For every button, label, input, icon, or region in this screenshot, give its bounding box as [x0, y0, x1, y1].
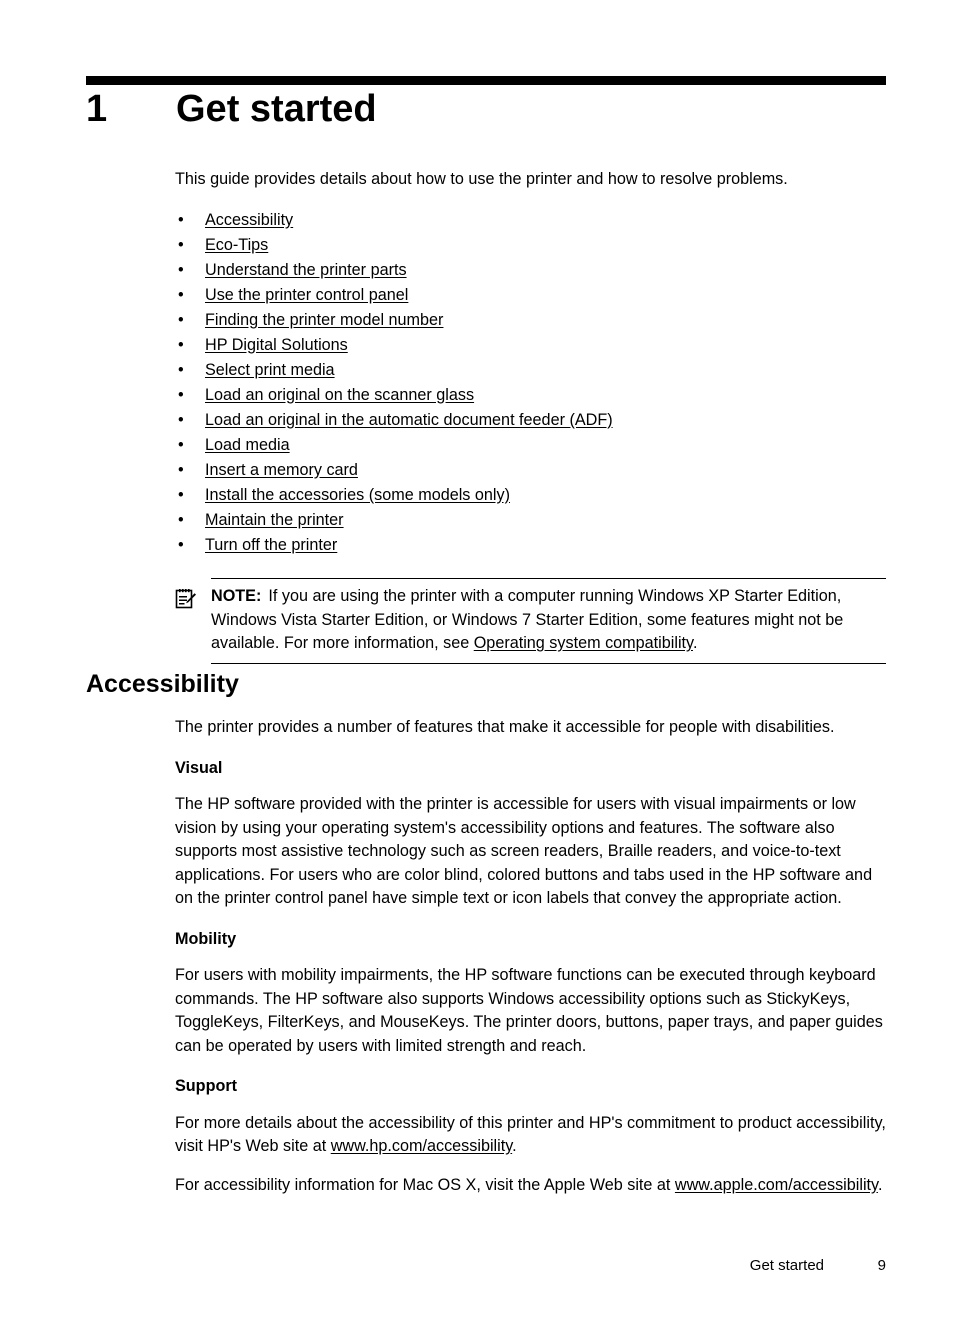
chapter-toc-list: • Accessibility • Eco-Tips • Understand …	[175, 208, 886, 558]
note-text: NOTE: If you are using the printer with a…	[211, 585, 886, 656]
list-item[interactable]: • Finding the printer model number	[175, 308, 886, 333]
subsection-heading-visual: Visual	[175, 758, 223, 777]
bullet-icon: •	[178, 335, 184, 354]
toc-link[interactable]: Finding the printer model number	[205, 311, 443, 329]
accessibility-section: The printer provides a number of feature…	[175, 716, 886, 1197]
chapter-name: Get started	[176, 88, 377, 130]
chapter-title: 1 Get started	[86, 90, 886, 128]
support-hp-before: For more details about the accessibility…	[175, 1113, 886, 1156]
list-item[interactable]: • Load an original on the scanner glass	[175, 383, 886, 408]
subsection-heading-mobility: Mobility	[175, 929, 237, 948]
list-item[interactable]: • Eco-Tips	[175, 233, 886, 258]
page-title: Accessibility	[86, 670, 239, 698]
bullet-icon: •	[178, 410, 184, 429]
support-paragraph-hp: For more details about the accessibility…	[175, 1112, 886, 1159]
bullet-icon: •	[178, 235, 184, 254]
bullet-icon: •	[178, 260, 184, 279]
bullet-icon: •	[178, 360, 184, 379]
toc-link[interactable]: Use the printer control panel	[205, 286, 408, 304]
list-item[interactable]: • Install the accessories (some models o…	[175, 483, 886, 508]
bullet-icon: •	[178, 485, 184, 504]
list-item[interactable]: • Load an original in the automatic docu…	[175, 408, 886, 433]
note-link[interactable]: Operating system compatibility	[474, 634, 693, 652]
support-apple-before: For accessibility information for Mac OS…	[175, 1175, 675, 1194]
toc-link[interactable]: Insert a memory card	[205, 461, 358, 479]
subsection-heading-support: Support	[175, 1077, 238, 1095]
bullet-icon: •	[178, 385, 184, 404]
toc-link[interactable]: Select print media	[205, 361, 335, 379]
chapter-rule	[86, 76, 886, 85]
bullet-icon: •	[178, 460, 184, 479]
toc-link[interactable]: Load an original in the automatic docume…	[205, 411, 613, 429]
list-item[interactable]: • Understand the printer parts	[175, 258, 886, 283]
chapter-number: 1	[86, 88, 108, 130]
list-item[interactable]: • Select print media	[175, 358, 886, 383]
bullet-icon: •	[178, 535, 184, 554]
bullet-icon: •	[178, 285, 184, 304]
list-item[interactable]: • HP Digital Solutions	[175, 333, 886, 358]
subsection-paragraph-visual: The HP software provided with the printe…	[175, 795, 873, 907]
support-paragraph-apple: For accessibility information for Mac OS…	[175, 1174, 886, 1198]
footer-page-number: 9	[877, 1257, 886, 1274]
list-item[interactable]: • Load media	[175, 433, 886, 458]
list-item[interactable]: • Insert a memory card	[175, 458, 886, 483]
support-apple-after: .	[877, 1175, 883, 1194]
note-pencil-icon	[175, 588, 197, 610]
document-page: 1 Get started This guide provides detail…	[0, 0, 954, 1321]
toc-link[interactable]: HP Digital Solutions	[205, 336, 348, 354]
section-intro-paragraph: The printer provides a number of feature…	[175, 718, 835, 736]
note-body-after: .	[692, 634, 698, 652]
list-item[interactable]: • Accessibility	[175, 208, 886, 233]
intro-paragraph: This guide provides details about how to…	[175, 170, 788, 188]
list-item[interactable]: • Use the printer control panel	[175, 283, 886, 308]
footer-chapter-label: Get started	[749, 1257, 824, 1274]
list-item[interactable]: • Turn off the printer	[175, 533, 886, 558]
toc-link[interactable]: Load an original on the scanner glass	[205, 386, 474, 404]
chapter-intro-block: This guide provides details about how to…	[175, 168, 886, 664]
note-bottom-rule	[211, 662, 886, 664]
toc-link[interactable]: Accessibility	[205, 211, 293, 229]
bullet-icon: •	[178, 510, 184, 529]
note-label: NOTE:	[211, 587, 262, 605]
bullet-icon: •	[178, 210, 184, 229]
toc-link[interactable]: Maintain the printer	[205, 511, 344, 529]
hp-accessibility-link[interactable]: www.hp.com/accessibility	[331, 1137, 512, 1155]
toc-link[interactable]: Load media	[205, 436, 290, 454]
bullet-icon: •	[178, 310, 184, 329]
toc-link[interactable]: Turn off the printer	[205, 536, 337, 554]
subsection-paragraph-mobility: For users with mobility impairments, the…	[175, 966, 883, 1055]
support-hp-after: .	[512, 1137, 517, 1155]
apple-accessibility-link[interactable]: www.apple.com/accessibility	[675, 1176, 878, 1194]
note-top-rule	[211, 577, 886, 579]
page-footer: Get started 9	[86, 1256, 886, 1276]
bullet-icon: •	[178, 435, 184, 454]
note-admonition: NOTE: If you are using the printer with a…	[175, 577, 886, 664]
toc-link[interactable]: Understand the printer parts	[205, 261, 407, 279]
list-item[interactable]: • Maintain the printer	[175, 508, 886, 533]
toc-link[interactable]: Install the accessories (some models onl…	[205, 486, 510, 504]
toc-link[interactable]: Eco-Tips	[205, 236, 268, 254]
